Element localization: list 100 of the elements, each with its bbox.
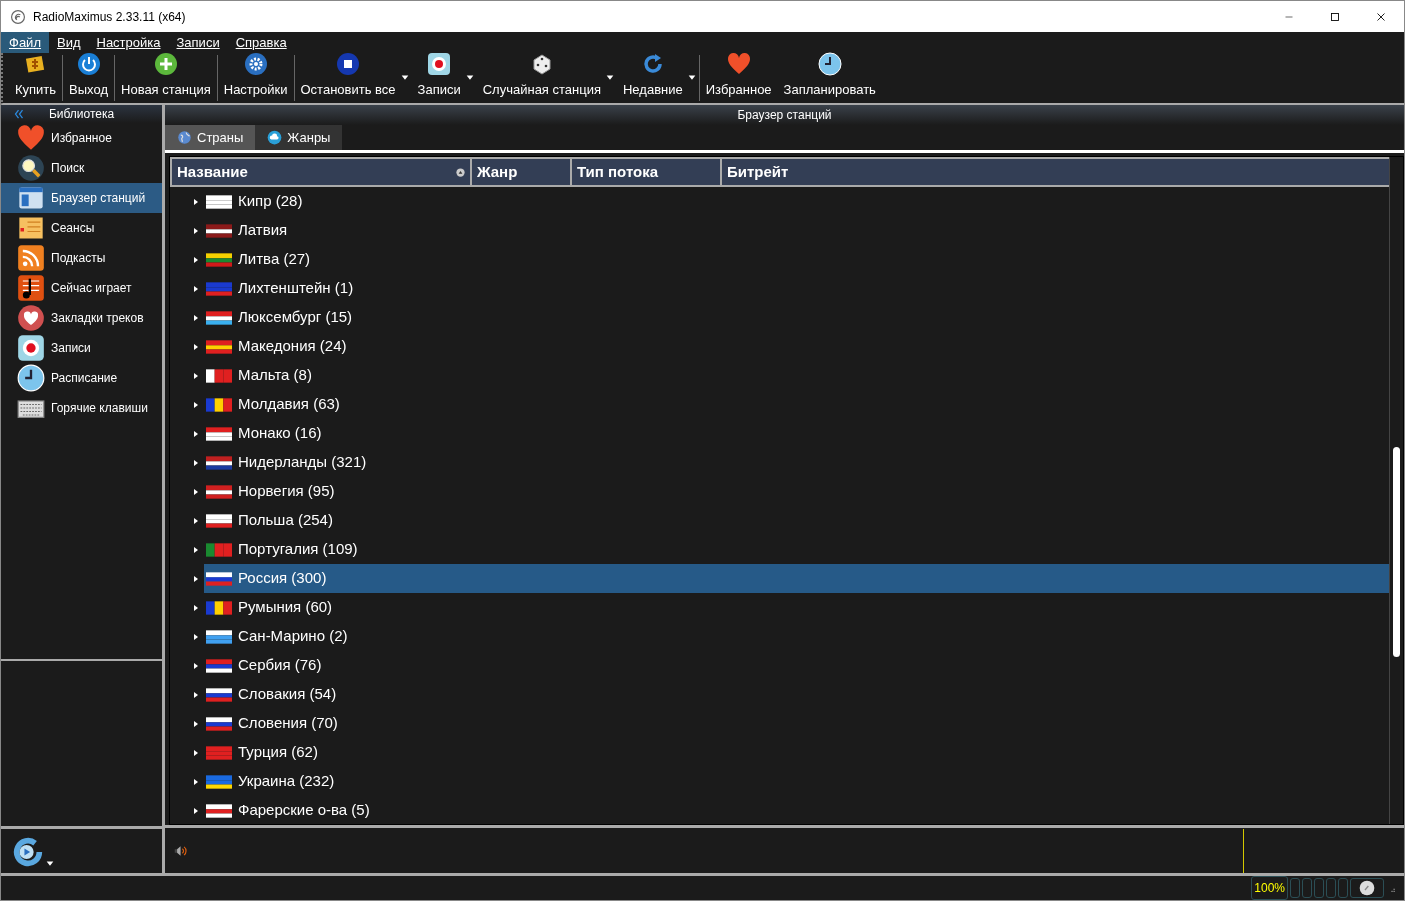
toolbar-button[interactable]: Выход bbox=[63, 53, 114, 103]
heart-icon bbox=[726, 51, 751, 76]
toolbar-button[interactable]: Записи bbox=[411, 53, 477, 103]
tree-row[interactable]: Россия (300) bbox=[204, 564, 1389, 593]
music-note-icon bbox=[17, 274, 45, 302]
expand-icon bbox=[192, 574, 200, 583]
level-meter-segment bbox=[1314, 878, 1324, 898]
tree-row[interactable]: Латвия bbox=[204, 216, 1389, 245]
expand-icon bbox=[192, 400, 200, 409]
sidebar-item[interactable]: Сеансы bbox=[1, 213, 162, 243]
settings-icon bbox=[243, 51, 268, 76]
menu-item[interactable]: Вид bbox=[48, 32, 89, 53]
level-meter-segment bbox=[1290, 878, 1300, 898]
tree-row[interactable]: Лихтенштейн (1) bbox=[204, 274, 1389, 303]
tree-row[interactable]: Нидерланды (321) bbox=[204, 448, 1389, 477]
tree-row[interactable]: Румыния (60) bbox=[204, 593, 1389, 622]
sidebar-item[interactable]: Подкасты bbox=[1, 243, 162, 273]
expand-icon bbox=[192, 661, 200, 670]
level-meter-segment bbox=[1326, 878, 1336, 898]
sidebar-item[interactable]: Браузер станций bbox=[1, 183, 162, 213]
stop-icon bbox=[336, 51, 361, 76]
expand-icon bbox=[192, 371, 200, 380]
sidebar-item[interactable]: Сейчас играет bbox=[1, 273, 162, 303]
knob-icon bbox=[1359, 880, 1375, 896]
toolbar-button[interactable]: Купить bbox=[9, 53, 63, 103]
panel-title: Браузер станций bbox=[165, 105, 1404, 125]
expand-icon bbox=[192, 487, 200, 496]
sidebar-item[interactable]: Поиск bbox=[1, 153, 162, 183]
toolbar-button[interactable]: Избранное bbox=[699, 53, 778, 103]
sidebar-title: Библиотека bbox=[48, 106, 116, 123]
tree-row[interactable]: Молдавия (63) bbox=[204, 390, 1389, 419]
tree-row[interactable]: Украина (232) bbox=[204, 767, 1389, 796]
expand-icon bbox=[192, 458, 200, 467]
expand-icon bbox=[192, 545, 200, 554]
column-header[interactable]: Битрейт bbox=[722, 159, 1389, 185]
magnifier-icon bbox=[17, 154, 45, 182]
expand-icon bbox=[192, 516, 200, 525]
toolbar-button[interactable]: Недавние bbox=[617, 53, 699, 103]
tab[interactable]: Страны bbox=[165, 125, 256, 150]
tree-row[interactable]: Мальта (8) bbox=[204, 361, 1389, 390]
clock-icon bbox=[817, 51, 842, 76]
expand-icon bbox=[192, 632, 200, 641]
tree-row[interactable]: Словения (70) bbox=[204, 709, 1389, 738]
tab[interactable]: Жанры bbox=[255, 125, 343, 150]
expand-icon bbox=[192, 806, 200, 815]
column-header[interactable]: Жанр bbox=[472, 159, 572, 185]
speaker-icon bbox=[173, 843, 187, 858]
window-title: RadioMaximus 2.33.11 (x64) bbox=[33, 8, 186, 26]
tree-row[interactable]: Литва (27) bbox=[204, 245, 1389, 274]
tree-row[interactable]: Люксембург (15) bbox=[204, 303, 1389, 332]
power-icon bbox=[76, 51, 101, 76]
tree-row[interactable]: Польша (254) bbox=[204, 506, 1389, 535]
tree-row[interactable]: Португалия (109) bbox=[204, 535, 1389, 564]
tree-row[interactable]: Словакия (54) bbox=[204, 680, 1389, 709]
tree-row[interactable]: Норвегия (95) bbox=[204, 477, 1389, 506]
scrollbar[interactable] bbox=[1389, 157, 1403, 824]
sidebar-item[interactable]: Горячие клавиши bbox=[1, 393, 162, 423]
add-icon bbox=[153, 51, 178, 76]
cloud-icon bbox=[267, 130, 283, 145]
toolbar-button[interactable]: Случайная станция bbox=[476, 53, 617, 103]
column-header[interactable]: Тип потока bbox=[572, 159, 722, 185]
expand-icon bbox=[192, 603, 200, 612]
expand-icon bbox=[192, 313, 200, 322]
menu-item[interactable]: Записи bbox=[168, 32, 228, 53]
menu-item[interactable]: Настройка bbox=[88, 32, 169, 53]
toolbar-button[interactable]: Настройки bbox=[217, 53, 294, 103]
expand-icon bbox=[192, 226, 200, 235]
menu-item[interactable]: Справка bbox=[227, 32, 295, 53]
heart-icon bbox=[17, 124, 45, 152]
menu-item[interactable]: Файл bbox=[1, 32, 49, 53]
tree-row[interactable]: Турция (62) bbox=[204, 738, 1389, 767]
sidebar-item[interactable]: Закладки треков bbox=[1, 303, 162, 333]
toolbar-button[interactable]: Новая станция bbox=[115, 53, 217, 103]
tree-row[interactable]: Монако (16) bbox=[204, 419, 1389, 448]
record-icon bbox=[427, 51, 452, 76]
expand-icon bbox=[192, 429, 200, 438]
sort-icon bbox=[456, 167, 465, 177]
column-header[interactable]: Название bbox=[172, 159, 472, 185]
rss-icon bbox=[17, 244, 45, 272]
app-logo-icon bbox=[11, 9, 25, 24]
expand-icon bbox=[192, 342, 200, 351]
tree-row[interactable]: Кипр (28) bbox=[204, 187, 1389, 216]
record-icon bbox=[17, 334, 45, 362]
expand-icon bbox=[192, 690, 200, 699]
expand-icon bbox=[192, 284, 200, 293]
expand-icon bbox=[192, 748, 200, 757]
tree-row[interactable]: Македония (24) bbox=[204, 332, 1389, 361]
sidebar-item[interactable]: Записи bbox=[1, 333, 162, 363]
volume-readout: 100% bbox=[1251, 876, 1288, 900]
sidebar-item[interactable]: Расписание bbox=[1, 363, 162, 393]
expand-icon bbox=[192, 255, 200, 264]
globe-icon bbox=[177, 130, 192, 145]
tree-row[interactable]: Сербия (76) bbox=[204, 651, 1389, 680]
play-refresh-icon bbox=[11, 835, 45, 869]
toolbar-button[interactable]: Остановить все bbox=[294, 53, 412, 103]
toolbar-button[interactable]: Запланировать bbox=[777, 53, 882, 103]
level-meter-segment bbox=[1302, 878, 1312, 898]
sidebar-item[interactable]: Избранное bbox=[1, 123, 162, 153]
tree-row[interactable]: Сан-Марино (2) bbox=[204, 622, 1389, 651]
tree-row[interactable]: Фарерские о-ва (5) bbox=[204, 796, 1389, 824]
